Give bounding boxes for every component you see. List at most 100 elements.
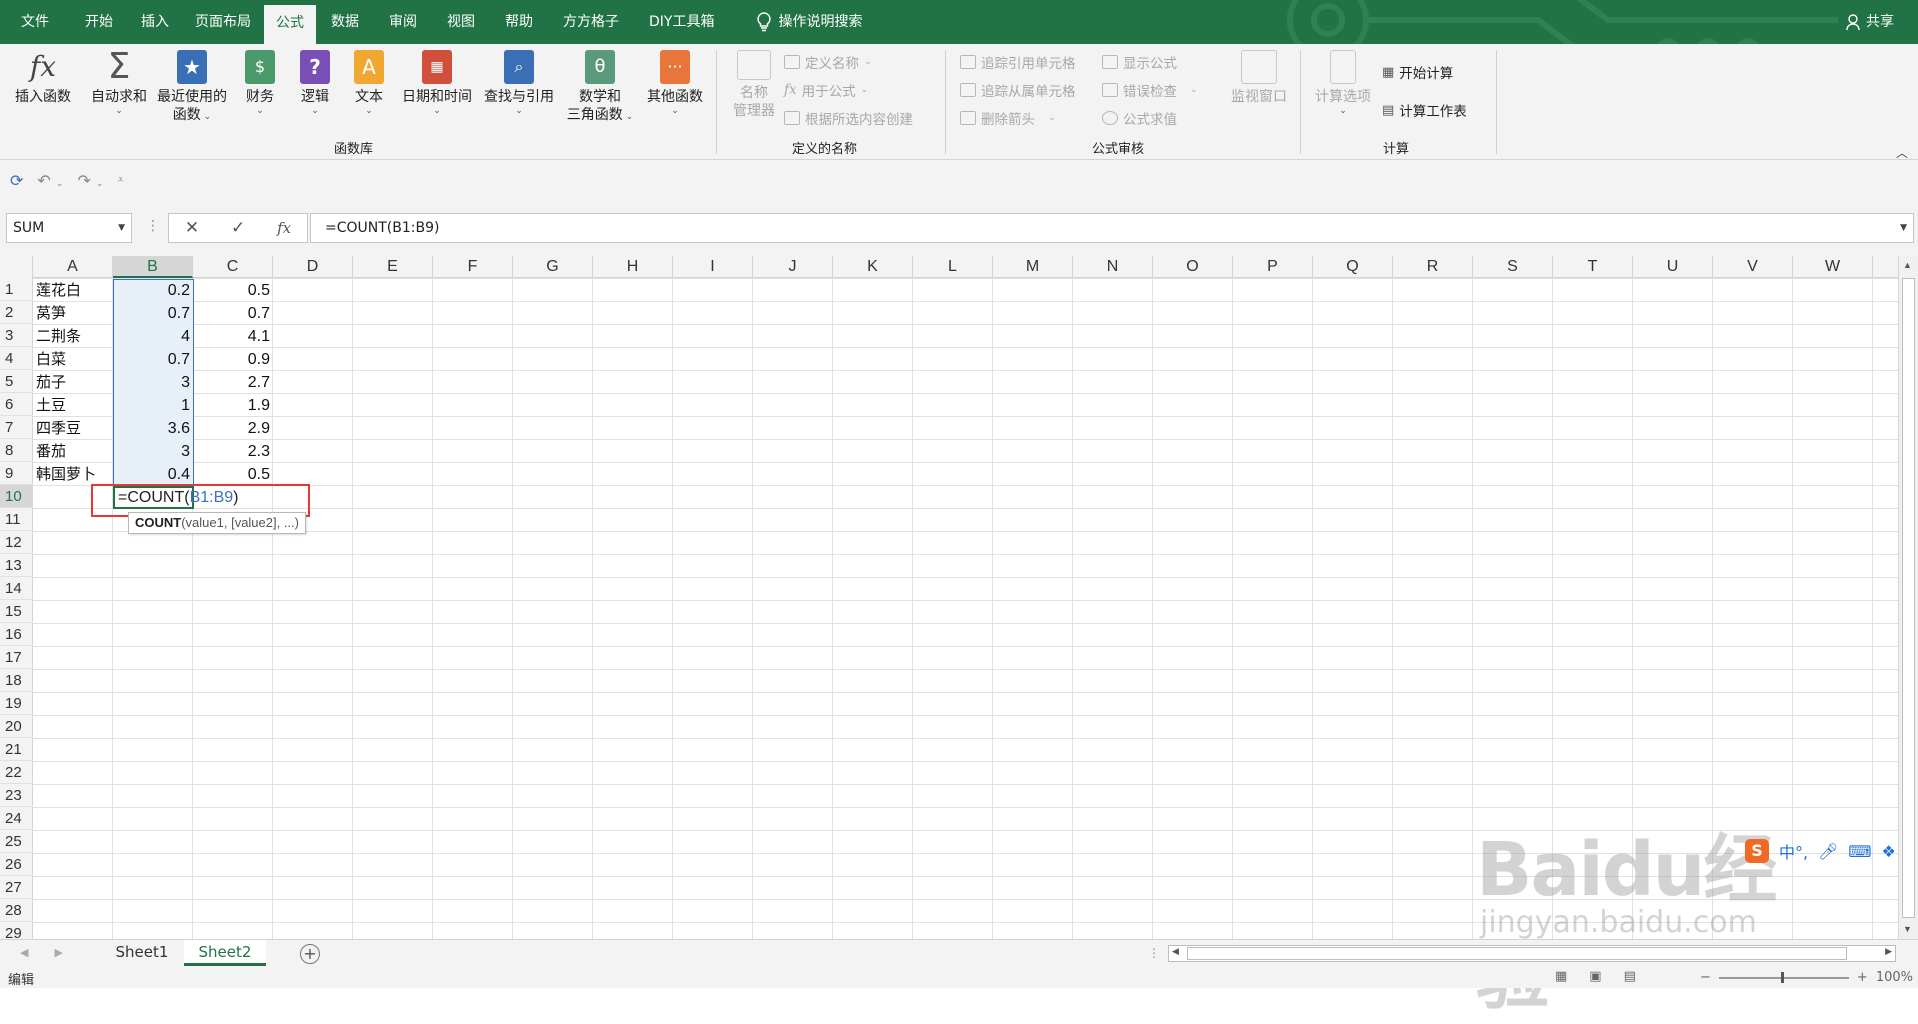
more-functions-button[interactable]: ··· 其他函数 ⌄	[642, 50, 708, 116]
cell-c2[interactable]: 0.7	[193, 302, 273, 325]
share-button[interactable]: 共享	[1846, 0, 1894, 44]
tab-file[interactable]: 文件	[0, 0, 70, 44]
horizontal-scrollbar[interactable]: ◀ ▶	[1168, 945, 1896, 962]
ime-menu-icon[interactable]: ❖	[1882, 842, 1896, 861]
cell-a5[interactable]: 茄子	[33, 371, 113, 394]
row-header-4[interactable]: 4	[0, 347, 33, 370]
cell-c9[interactable]: 0.5	[193, 463, 273, 486]
tab-fangfang[interactable]: 方方格子	[548, 0, 634, 44]
tab-data[interactable]: 数据	[316, 0, 374, 44]
row-header-25[interactable]: 25	[0, 830, 33, 853]
cell-a9[interactable]: 韩国萝卜	[33, 463, 113, 486]
cell-a8[interactable]: 番茄	[33, 440, 113, 463]
cell-a4[interactable]: 白菜	[33, 348, 113, 371]
cancel-icon[interactable]: ✕	[185, 218, 199, 238]
row-header-15[interactable]: 15	[0, 600, 33, 623]
cell-a3[interactable]: 二荆条	[33, 325, 113, 348]
calc-options-button[interactable]: 计算选项 ⌄	[1308, 50, 1378, 116]
tab-help[interactable]: 帮助	[490, 0, 548, 44]
normal-view-icon[interactable]: ▦	[1555, 969, 1567, 984]
keyboard-icon[interactable]: ⌨	[1848, 842, 1871, 861]
tab-review[interactable]: 审阅	[374, 0, 432, 44]
column-header-k[interactable]: K	[833, 256, 913, 278]
name-manager-button[interactable]: 名称 管理器	[726, 50, 782, 120]
cell-c1[interactable]: 0.5	[193, 279, 273, 302]
name-box[interactable]: SUM ▼	[6, 213, 132, 243]
calc-sheet-button[interactable]: ▤ 计算工作表	[1382, 100, 1467, 121]
cell-b9[interactable]: 0.4	[113, 463, 193, 486]
cell-a7[interactable]: 四季豆	[33, 417, 113, 440]
text-button[interactable]: A 文本 ⌄	[349, 50, 389, 116]
cell-b6[interactable]: 1	[113, 394, 193, 417]
row-header-7[interactable]: 7	[0, 416, 33, 439]
tab-diy-toolbox[interactable]: DIY工具箱	[634, 0, 729, 44]
row-header-2[interactable]: 2	[0, 301, 33, 324]
column-header-f[interactable]: F	[433, 256, 513, 278]
column-header-h[interactable]: H	[593, 256, 673, 278]
row-header-1[interactable]: 1	[0, 278, 33, 301]
row-header-24[interactable]: 24	[0, 807, 33, 830]
cell-b4[interactable]: 0.7	[113, 348, 193, 371]
column-header-g[interactable]: G	[513, 256, 593, 278]
row-header-12[interactable]: 12	[0, 531, 33, 554]
row-header-29[interactable]: 29	[0, 922, 33, 939]
use-in-formula-button[interactable]: fx 用于公式 ⌄	[784, 80, 868, 100]
financial-button[interactable]: $ 财务 ⌄	[240, 50, 280, 116]
logical-button[interactable]: ? 逻辑 ⌄	[295, 50, 335, 116]
column-header-j[interactable]: J	[753, 256, 833, 278]
column-header-r[interactable]: R	[1393, 256, 1473, 278]
cell-b1[interactable]: 0.2	[113, 279, 193, 302]
next-sheet-icon[interactable]: ▶	[54, 946, 62, 959]
cell-b7[interactable]: 3.6	[113, 417, 193, 440]
sheet-tab-sheet2[interactable]: Sheet2	[184, 940, 266, 966]
cell-c5[interactable]: 2.7	[193, 371, 273, 394]
row-header-14[interactable]: 14	[0, 577, 33, 600]
math-trig-button[interactable]: θ 数学和 三角函数 ⌄	[562, 50, 638, 124]
sogou-ime-icon[interactable]: S	[1745, 839, 1769, 863]
row-header-19[interactable]: 19	[0, 692, 33, 715]
row-header-17[interactable]: 17	[0, 646, 33, 669]
page-break-view-icon[interactable]: ▤	[1624, 969, 1636, 984]
column-header-s[interactable]: S	[1473, 256, 1553, 278]
row-header-6[interactable]: 6	[0, 393, 33, 416]
row-header-10[interactable]: 10	[0, 485, 33, 508]
vertical-scrollbar[interactable]: ▲ ▼	[1898, 256, 1918, 939]
trace-dependents-button[interactable]: 追踪从属单元格	[960, 80, 1076, 100]
column-header-d[interactable]: D	[273, 256, 353, 278]
row-header-27[interactable]: 27	[0, 876, 33, 899]
lookup-reference-button[interactable]: ⌕ 查找与引用 ⌄	[480, 50, 558, 116]
column-header-t[interactable]: T	[1553, 256, 1633, 278]
chevron-down-icon[interactable]: ▼	[118, 214, 125, 242]
formula-input[interactable]: =COUNT(B1:B9) ▼	[310, 213, 1914, 243]
redo-icon[interactable]: ↷ ⌄	[77, 171, 103, 190]
column-header-q[interactable]: Q	[1313, 256, 1393, 278]
recently-used-button[interactable]: ★ 最近使用的 函数 ⌄	[152, 50, 232, 124]
cell-b5[interactable]: 3	[113, 371, 193, 394]
worksheet-grid[interactable]: ABCDEFGHIJKLMNOPQRSTUVW 1 2 3 4 5 6 7 8 9 10 11 12 1…	[0, 256, 1918, 939]
autosum-button[interactable]: Σ 自动求和 ⌄	[86, 49, 152, 117]
page-layout-view-icon[interactable]: ▣	[1589, 969, 1601, 984]
column-header-l[interactable]: L	[913, 256, 993, 278]
zoom-level[interactable]: 100%	[1876, 970, 1913, 985]
cell-c3[interactable]: 4.1	[193, 325, 273, 348]
fx-insert-icon[interactable]: fx	[277, 219, 291, 237]
cell-b8[interactable]: 3	[113, 440, 193, 463]
scroll-down-icon[interactable]: ▼	[1903, 924, 1912, 934]
column-header-w[interactable]: W	[1793, 256, 1873, 278]
column-header-v[interactable]: V	[1713, 256, 1793, 278]
column-header-n[interactable]: N	[1073, 256, 1153, 278]
zoom-slider[interactable]	[1718, 971, 1849, 983]
undo-icon[interactable]: ↶ ⌄	[37, 171, 63, 190]
row-header-16[interactable]: 16	[0, 623, 33, 646]
customize-qat-icon[interactable]: ⩡	[118, 173, 124, 187]
cell-a2[interactable]: 莴笋	[33, 302, 113, 325]
prev-sheet-icon[interactable]: ◀	[20, 946, 28, 959]
column-header-b[interactable]: B	[113, 256, 193, 278]
row-header-23[interactable]: 23	[0, 784, 33, 807]
microphone-icon[interactable]: 🎤︎	[1818, 842, 1838, 861]
enter-check-icon[interactable]: ✓	[231, 218, 245, 238]
calc-now-button[interactable]: ▦ 开始计算	[1382, 62, 1453, 83]
column-header-p[interactable]: P	[1233, 256, 1313, 278]
cell-a1[interactable]: 莲花白	[33, 279, 113, 302]
autosave-icon[interactable]: ⟳	[10, 171, 23, 190]
